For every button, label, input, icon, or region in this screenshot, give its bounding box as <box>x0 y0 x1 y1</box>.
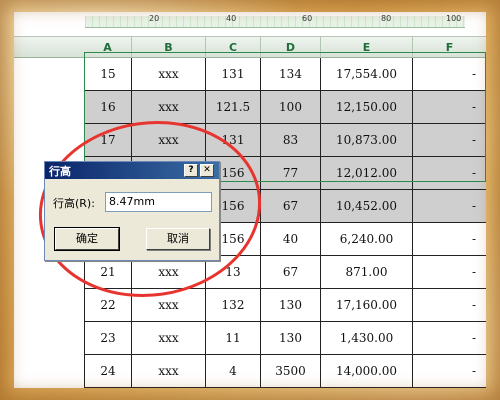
cell-f[interactable]: - <box>413 256 486 289</box>
cell-e[interactable]: 12,012.00 <box>321 157 413 190</box>
table-row[interactable]: 16 xxx 121.5 100 12,150.00- <box>14 91 486 124</box>
cell-e[interactable]: 10,873.00 <box>321 124 413 157</box>
help-button[interactable]: ? <box>184 164 198 177</box>
cell-e[interactable]: 12,150.00 <box>321 91 413 124</box>
row-number[interactable]: 22 <box>84 289 132 322</box>
row-number[interactable]: 24 <box>84 355 132 388</box>
close-icon[interactable]: ✕ <box>200 164 214 177</box>
row-height-input[interactable]: 8.47mm <box>105 192 212 212</box>
table-row[interactable]: 15 xxx 131 134 17,554.00- <box>14 58 486 91</box>
cell-b[interactable]: xxx <box>132 91 206 124</box>
cell-b[interactable]: xxx <box>132 322 206 355</box>
cell-f[interactable]: - <box>413 58 486 91</box>
cell-e[interactable]: 17,160.00 <box>321 289 413 322</box>
cell-e[interactable]: 10,452.00 <box>321 190 413 223</box>
ruler-tick: 40 <box>226 14 237 23</box>
column-header-a[interactable]: A <box>84 37 132 58</box>
cell-f[interactable]: - <box>413 157 486 190</box>
column-header-e[interactable]: E <box>321 37 413 58</box>
cell-f[interactable]: - <box>413 355 486 388</box>
cell-c[interactable]: 11 <box>206 322 261 355</box>
row-number[interactable]: 17 <box>84 124 132 157</box>
ok-button[interactable]: 确定 <box>54 227 120 251</box>
cell-d[interactable]: 67 <box>261 190 321 223</box>
table-row[interactable]: 17 xxx 131 83 10,873.00- <box>14 124 486 157</box>
cell-e[interactable]: 14,000.00 <box>321 355 413 388</box>
cell-d[interactable]: 100 <box>261 91 321 124</box>
cell-d[interactable]: 3500 <box>261 355 321 388</box>
cell-f[interactable]: - <box>413 322 486 355</box>
column-header-c[interactable]: C <box>206 37 261 58</box>
cell-e[interactable]: 1,430.00 <box>321 322 413 355</box>
column-header-f[interactable]: F <box>413 37 486 58</box>
cell-d[interactable]: 67 <box>261 256 321 289</box>
ruler-tick: 100 <box>446 14 462 23</box>
row-number[interactable]: 23 <box>84 322 132 355</box>
cell-d[interactable]: 130 <box>261 322 321 355</box>
row-height-label: 行高(R): <box>53 197 95 210</box>
row-number[interactable]: 16 <box>84 91 132 124</box>
cell-f[interactable]: - <box>413 190 486 223</box>
cell-d[interactable]: 40 <box>261 223 321 256</box>
cell-b[interactable]: xxx <box>132 289 206 322</box>
ruler-tick: 60 <box>302 14 313 23</box>
cell-c[interactable]: 132 <box>206 289 261 322</box>
cell-f[interactable]: - <box>413 289 486 322</box>
table-row[interactable]: 24 xxx 4 3500 14,000.00- <box>14 355 486 388</box>
cell-e[interactable]: 17,554.00 <box>321 58 413 91</box>
column-header-b[interactable]: B <box>132 37 206 58</box>
cell-c[interactable]: 121.5 <box>206 91 261 124</box>
row-number[interactable]: 15 <box>84 58 132 91</box>
cell-c[interactable]: 131 <box>206 124 261 157</box>
ruler: 20 40 60 80 100 <box>14 12 486 36</box>
dialog-title: 行高 <box>49 165 71 178</box>
table-row[interactable]: 22 xxx 132 130 17,160.00- <box>14 289 486 322</box>
cell-b[interactable]: xxx <box>132 124 206 157</box>
ruler-band <box>85 16 465 28</box>
table-row[interactable]: 23 xxx 11 130 1,430.00- <box>14 322 486 355</box>
ruler-tick: 80 <box>381 14 392 23</box>
cell-d[interactable]: 77 <box>261 157 321 190</box>
cell-f[interactable]: - <box>413 91 486 124</box>
cell-f[interactable]: - <box>413 223 486 256</box>
cell-b[interactable]: xxx <box>132 355 206 388</box>
dialog-titlebar[interactable]: 行高 ? ✕ <box>45 162 219 179</box>
cell-c[interactable]: 131 <box>206 58 261 91</box>
cell-e[interactable]: 6,240.00 <box>321 223 413 256</box>
cell-d[interactable]: 134 <box>261 58 321 91</box>
row-height-dialog: 行高 ? ✕ 行高(R): 8.47mm 确定 取消 <box>44 161 220 261</box>
cell-d[interactable]: 83 <box>261 124 321 157</box>
column-header-d[interactable]: D <box>261 37 321 58</box>
cancel-button[interactable]: 取消 <box>146 228 210 250</box>
cell-c[interactable]: 4 <box>206 355 261 388</box>
column-header: A B C D E F <box>14 36 486 58</box>
ruler-tick: 20 <box>149 14 160 23</box>
cell-f[interactable]: - <box>413 124 486 157</box>
cell-d[interactable]: 130 <box>261 289 321 322</box>
cell-e[interactable]: 871.00 <box>321 256 413 289</box>
cell-b[interactable]: xxx <box>132 58 206 91</box>
